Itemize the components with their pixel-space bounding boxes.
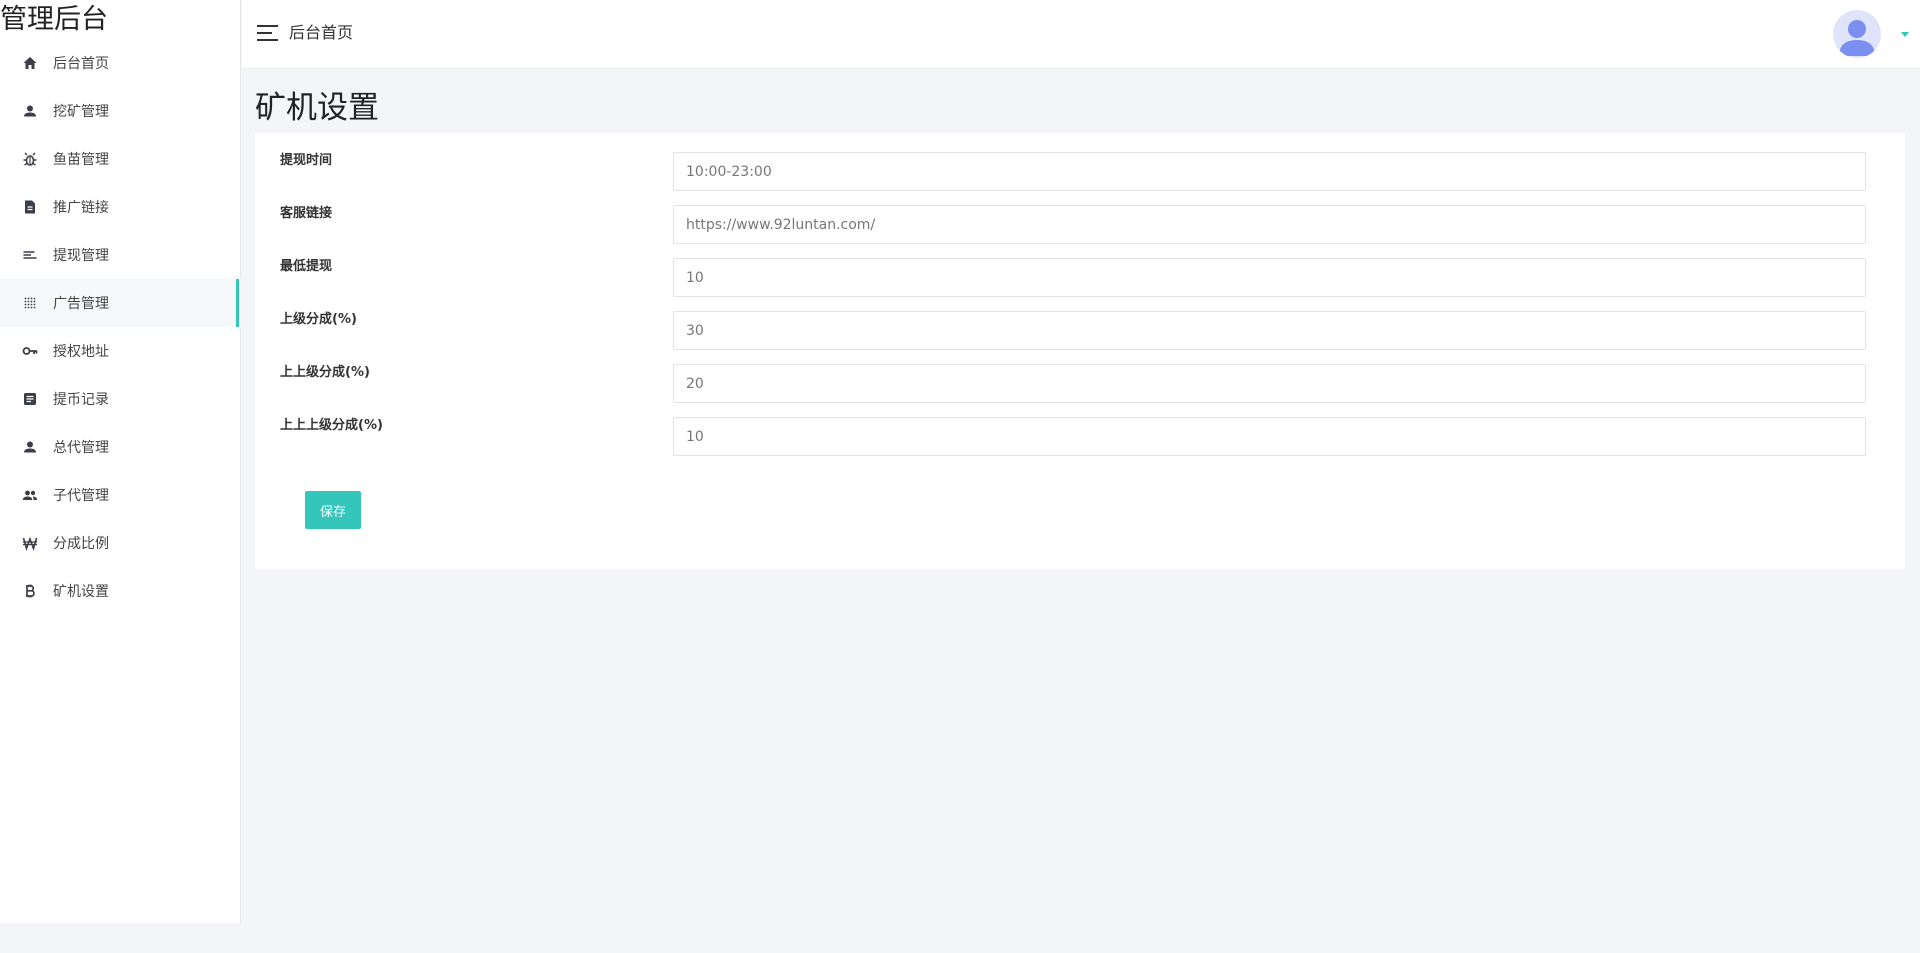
sidebar-item-label: 授权地址 (53, 344, 109, 360)
min-withdraw-label: 最低提现 (280, 259, 333, 274)
sidebar: 管理后台 后台首页 挖矿管理 鱼苗管理 推广链接 提现管理 广告管理 授权地址 … (0, 0, 241, 923)
user-avatar-icon (1839, 20, 1875, 56)
sidebar-item-label: 子代管理 (53, 488, 109, 504)
menu-toggle-icon[interactable] (257, 25, 278, 41)
sidebar-item-label: 后台首页 (53, 56, 109, 72)
sidebar-item-label: 广告管理 (53, 296, 109, 312)
grid-dots-icon (22, 295, 38, 311)
sidebar-item-coin-records[interactable]: 提币记录 (0, 375, 241, 423)
sidebar-item-label: 推广链接 (53, 200, 109, 216)
won-icon (22, 535, 38, 551)
sidebar-menu: 后台首页 挖矿管理 鱼苗管理 推广链接 提现管理 广告管理 授权地址 提币记录 … (0, 39, 241, 615)
key-icon (22, 343, 38, 359)
sidebar-item-fry[interactable]: 鱼苗管理 (0, 135, 241, 183)
brand-title: 管理后台 (0, 4, 108, 35)
sidebar-item-sub-agent[interactable]: 子代管理 (0, 471, 241, 519)
sidebar-item-general-agent[interactable]: 总代管理 (0, 423, 241, 471)
level2-share-label: 上上级分成(%) (280, 365, 370, 380)
form-row-level3-share: 上上上级分成(%) (255, 417, 1905, 457)
person-icon (22, 103, 38, 119)
sidebar-item-promo-link[interactable]: 推广链接 (0, 183, 241, 231)
sidebar-item-miner-settings[interactable]: 矿机设置 (0, 567, 241, 615)
home-icon (22, 55, 38, 71)
bitcoin-icon (22, 583, 38, 599)
form-row-level2-share: 上上级分成(%) (255, 364, 1905, 404)
form-row-level1-share: 上级分成(%) (255, 311, 1905, 351)
form-row-service-link: 客服链接 (255, 205, 1905, 245)
people-icon (22, 487, 38, 503)
sidebar-item-mining[interactable]: 挖矿管理 (0, 87, 241, 135)
chevron-down-icon[interactable] (1901, 32, 1909, 37)
level2-share-input[interactable] (673, 364, 1866, 403)
document-icon (22, 199, 38, 215)
person-icon (22, 439, 38, 455)
sidebar-item-label: 挖矿管理 (53, 104, 109, 120)
sidebar-item-label: 鱼苗管理 (53, 152, 109, 168)
form-row-withdraw-time: 提现时间 (255, 152, 1905, 192)
level3-share-input[interactable] (673, 417, 1866, 456)
sidebar-item-label: 提现管理 (53, 248, 109, 264)
save-button[interactable]: 保存 (305, 491, 361, 529)
level1-share-input[interactable] (673, 311, 1866, 350)
sidebar-item-label: 分成比例 (53, 536, 109, 552)
form-row-min-withdraw: 最低提现 (255, 258, 1905, 298)
page-title: 矿机设置 (255, 90, 379, 126)
sidebar-item-commission-ratio[interactable]: 分成比例 (0, 519, 241, 567)
list-icon (22, 247, 38, 263)
service-link-input[interactable] (673, 205, 1866, 244)
top-header: 后台首页 (242, 0, 1920, 69)
withdraw-time-label: 提现时间 (280, 153, 333, 168)
notes-icon (22, 391, 38, 407)
sidebar-item-label: 总代管理 (53, 440, 109, 456)
service-link-label: 客服链接 (280, 206, 333, 221)
min-withdraw-input[interactable] (673, 258, 1866, 297)
level3-share-label: 上上上级分成(%) (280, 418, 383, 433)
sidebar-item-auth-address[interactable]: 授权地址 (0, 327, 241, 375)
settings-form: 提现时间 客服链接 最低提现 上级分成(%) 上上级分成(%) 上上上级分成(%… (255, 133, 1905, 569)
bug-icon (22, 151, 38, 167)
header-title[interactable]: 后台首页 (289, 22, 353, 44)
level1-share-label: 上级分成(%) (280, 312, 357, 327)
sidebar-item-home[interactable]: 后台首页 (0, 39, 241, 87)
withdraw-time-input[interactable] (673, 152, 1866, 191)
sidebar-item-withdraw[interactable]: 提现管理 (0, 231, 241, 279)
sidebar-item-label: 提币记录 (53, 392, 109, 408)
sidebar-item-ads[interactable]: 广告管理 (0, 279, 241, 327)
avatar[interactable] (1833, 10, 1881, 58)
sidebar-item-label: 矿机设置 (53, 584, 109, 600)
